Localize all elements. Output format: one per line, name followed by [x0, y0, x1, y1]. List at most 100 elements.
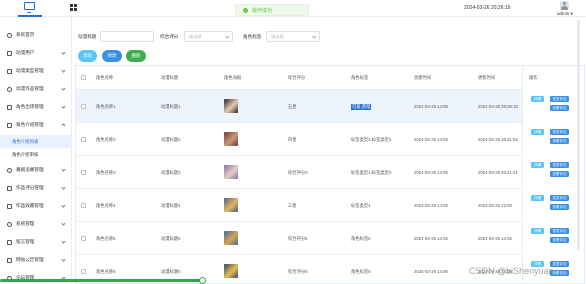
chevron-down-icon [61, 104, 66, 109]
cell-role-name: 角色名称6 [96, 269, 116, 274]
sidebar-item-5[interactable]: 角色介绍管理 [0, 116, 72, 134]
table-row[interactable]: 角色名称4 动漫标题4 三星 标签类型1 2024-03-26 14:06 2024-03… [76, 189, 584, 222]
cell-updated: 2024-03-26 22:00 [478, 203, 512, 208]
anime-title-input[interactable] [100, 31, 154, 42]
poster-thumbnail[interactable] [224, 99, 238, 113]
poster-thumbnail[interactable] [224, 165, 238, 179]
view-comments-button[interactable]: 查看评论 [550, 171, 569, 177]
select-all-checkbox[interactable] [81, 75, 86, 80]
sidebar-item-11[interactable]: 网站公告管理 [0, 251, 72, 269]
comment-button[interactable]: 发表评论 [550, 96, 569, 102]
sidebar-item-2[interactable]: 动漫类型管理 [0, 62, 72, 80]
row-checkbox[interactable] [81, 236, 86, 241]
chevron-down-icon [61, 203, 66, 208]
sidebar-item-6[interactable]: 番剧追番管理 [0, 161, 72, 179]
cell-role-name: 角色名称5 [96, 236, 116, 241]
rating-icon [7, 185, 12, 191]
view-comments-button[interactable]: 查看评论 [550, 204, 569, 210]
user-icon [7, 50, 12, 56]
sidebar-item-7[interactable]: 作品评分管理 [0, 179, 72, 197]
toast-text: 操作成功 [252, 7, 273, 14]
cell-tag: 标签类型2,标签类型3 [351, 137, 392, 142]
cell-tag: 角色标签5 [351, 236, 371, 241]
cell-score: 综合评分5 [288, 236, 308, 241]
col-tag[interactable]: 角色标签 [351, 75, 368, 81]
detail-button[interactable]: 详情 [531, 162, 544, 168]
sidebar-item-4[interactable]: 角色出场管理 [0, 98, 72, 116]
success-toast: ✓ 操作成功 [235, 4, 309, 16]
row-checkbox[interactable] [81, 203, 86, 208]
rating-select[interactable]: 请选择 [184, 31, 233, 42]
cell-score: 综合评分6 [288, 269, 308, 274]
poster-thumbnail[interactable] [224, 132, 238, 146]
cell-tag: 角色标签6 [351, 269, 371, 274]
table-row[interactable]: 角色名称3 动漫标题3 综合评分3 标签类型1,标签类型3 2024-03-26 14:… [76, 156, 584, 189]
cell-updated: 2024-03-26 20:21:52 [478, 137, 518, 142]
role-tag-placeholder: 请选择 [271, 34, 284, 39]
col-created[interactable]: 创建时间 [414, 75, 431, 81]
col-anime-title[interactable]: 动漫标题 [161, 75, 178, 81]
comment-button[interactable]: 发表评论 [550, 129, 569, 135]
delete-button[interactable]: 删除 [126, 50, 146, 62]
row-checkbox[interactable] [81, 137, 86, 142]
sidebar-item-10[interactable]: 留言管理 [0, 233, 72, 251]
table-row[interactable]: 角色名称2 动漫标题2 四星 标签类型2,标签类型3 2024-03-26 14:06 2… [76, 123, 584, 156]
monitor-icon[interactable] [24, 2, 35, 13]
cell-created: 2024-03-26 14:06 [414, 170, 448, 175]
col-poster[interactable]: 角色海报 [224, 75, 241, 81]
horizontal-scrollbar[interactable] [0, 279, 205, 282]
poster-thumbnail[interactable] [224, 231, 238, 245]
detail-button[interactable]: 详情 [531, 228, 544, 234]
sidebar: 系统首页 动漫用户 动漫类型管理 动漫作品管理 角色出场管理 角色介绍管理 番剧追番管理 作品… [0, 17, 72, 284]
view-comments-button[interactable]: 查看评论 [550, 138, 569, 144]
vertical-scrollbar[interactable] [577, 20, 580, 250]
chevron-down-icon [61, 68, 66, 73]
add-button[interactable]: 添加 [78, 50, 97, 62]
row-checkbox[interactable] [81, 104, 86, 109]
detail-button[interactable]: 详情 [531, 96, 544, 102]
view-comments-button[interactable]: 查看评论 [550, 237, 569, 243]
avatar[interactable] [560, 1, 569, 10]
rating-placeholder: 请选择 [189, 34, 202, 39]
table-row[interactable]: 角色名称5 动漫标题5 综合评分5 角色标签5 2024-03-26 14:06 2024… [76, 222, 584, 255]
username-dropdown[interactable]: admin ▾ [557, 11, 573, 17]
grid-icon[interactable] [70, 4, 77, 11]
cell-created: 2024-03-26 14:06 [414, 137, 448, 142]
poster-thumbnail[interactable] [224, 264, 238, 278]
datetime: 2024-03-26 20:26:19 [464, 5, 511, 11]
detail-button[interactable]: 详情 [531, 129, 544, 135]
sidebar-item-0[interactable]: 系统首页 [0, 26, 72, 44]
detail-button[interactable]: 详情 [531, 195, 544, 201]
cell-role-name: 角色名称1 [96, 104, 116, 109]
sidebar-item-8[interactable]: 作品收藏管理 [0, 197, 72, 215]
edit-button[interactable]: 修改 [102, 50, 122, 62]
poster-thumbnail[interactable] [224, 198, 238, 212]
sidebar-item-9[interactable]: 系统管理 [0, 215, 72, 233]
star-icon [7, 104, 12, 110]
gear-icon [7, 221, 12, 227]
comment-button[interactable]: 发表评论 [550, 195, 569, 201]
row-checkbox[interactable] [81, 269, 86, 274]
view-comments-button[interactable]: 查看评论 [550, 105, 569, 111]
row-checkbox[interactable] [81, 170, 86, 175]
chevron-down-icon [311, 34, 316, 39]
scroll-handle[interactable] [199, 277, 206, 284]
role-tag-select[interactable]: 请选择 [266, 31, 320, 42]
cell-created: 2024-03-26 14:06 [414, 203, 448, 208]
sidebar-subitem-1[interactable]: 角色介绍审核 [0, 148, 72, 161]
comment-button[interactable]: 发表评论 [550, 162, 569, 168]
chevron-down-icon [224, 34, 229, 39]
sidebar-item-1[interactable]: 动漫用户 [0, 44, 72, 62]
cell-anime-title: 动漫标题6 [161, 269, 181, 274]
sidebar-subitem-0[interactable]: 角色介绍列表 [0, 135, 72, 148]
col-role-name[interactable]: 角色名称 [96, 75, 113, 81]
cell-created: 2024-03-26 14:06 [414, 104, 448, 109]
sidebar-item-3[interactable]: 动漫作品管理 [0, 80, 72, 98]
sidebar-item-label: 留言管理 [16, 239, 35, 244]
table-row[interactable]: 角色名称1 动漫标题1 五星 可爱,黑暗 2024-03-26 14:06 2024-03… [76, 90, 584, 123]
cell-anime-title: 动漫标题1 [161, 104, 181, 109]
comment-button[interactable]: 发表评论 [550, 228, 569, 234]
col-score[interactable]: 综合评分 [288, 75, 305, 81]
col-updated[interactable]: 更新时间 [478, 75, 495, 81]
chevron-down-icon [61, 221, 66, 226]
